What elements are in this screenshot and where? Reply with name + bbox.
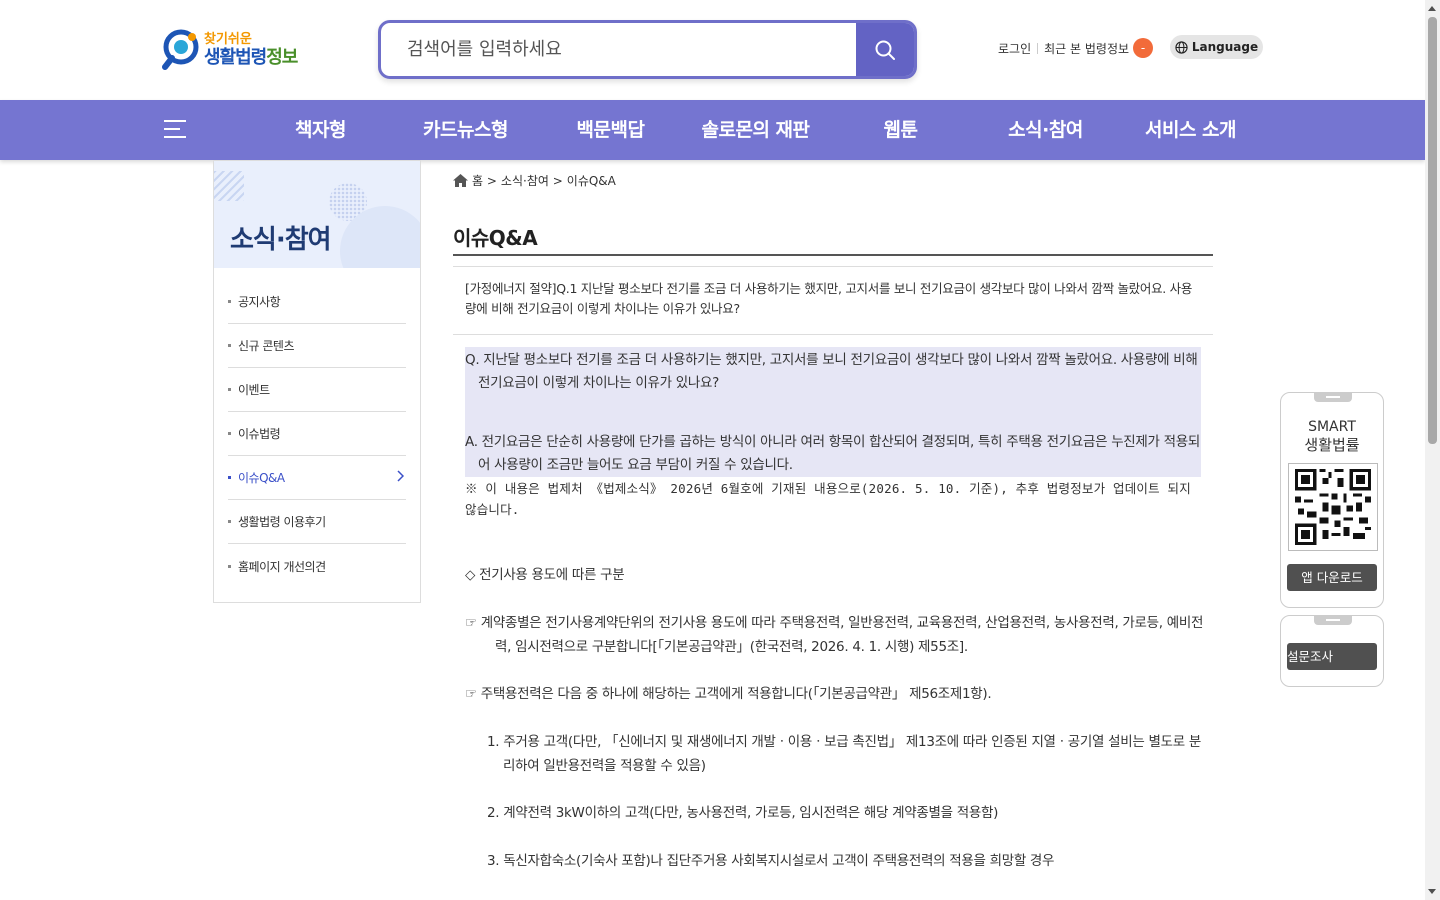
sidebar-item-feedback[interactable]: 홈페이지 개선의견 [228,544,406,588]
search-box [378,20,917,79]
logo-line1: 찾기쉬운 [204,32,252,47]
title-divider [453,254,1213,256]
qa-question: Q. 지난달 평소보다 전기를 조금 더 사용하기는 했지만, 고지서를 보니 … [465,352,1198,391]
sidebar-item-reviews[interactable]: 생활법령 이용후기 [228,500,406,544]
breadcrumb-current: 이슈Q&A [566,174,616,188]
list-item: 2. 계약전력 3kW이하의 고객(다만, 농사용전력, 가로등, 임시전력은 … [487,805,999,821]
main-nav: 책자형 카드뉴스형 백문백답 솔로몬의 재판 웹툰 소식·참여 서비스 소개 [0,100,1425,160]
sidebar-item-label: 이벤트 [238,383,270,397]
sidebar-item-issue-law[interactable]: 이슈법령 [228,412,406,456]
paragraph-contract-types: ☞ 계약종별은 전기사용계약단위의 전기사용 용도에 따라 주택용전력, 일반용… [465,615,1204,655]
search-icon [875,40,895,60]
scroll-down-icon[interactable] [1428,889,1436,894]
qr-code-icon [1288,463,1378,551]
panel-tab [1314,615,1352,625]
list-item: 1. 주거용 고객(다만, 「신에너지 및 재생에너지 개발ㆍ이용ㆍ보급 촉진법… [487,734,1201,774]
language-label: Language [1191,40,1259,54]
nav-item-solomon[interactable]: 솔로몬의 재판 [683,100,828,160]
qa-summary-box: Q. 지난달 평소보다 전기를 조금 더 사용하기는 했지만, 고지서를 보니 … [465,347,1201,477]
survey-button[interactable]: 설문조사 [1287,643,1377,670]
nav-item-booklet[interactable]: 책자형 [248,100,393,160]
sidebar-item-label: 이슈법령 [238,427,281,441]
logo-line2a: 생활법령 [204,47,267,68]
notice-text: ※ 이 내용은 법제처 《법제소식》 2026년 6월호에 기재된 내용으로(2… [465,481,1191,517]
site-logo[interactable]: 찾기쉬운 생활법령정보 [162,26,322,74]
breadcrumb-section[interactable]: 소식·참여 > [501,172,563,189]
nav-item-cardnews[interactable]: 카드뉴스형 [393,100,538,160]
scrollbar-thumb[interactable] [1428,17,1437,444]
recent-laws-link[interactable]: 최근 본 법령정보 [1044,40,1129,57]
home-icon[interactable] [453,174,468,187]
paragraph-residential: ☞ 주택용전력은 다음 중 하나에 해당하는 고객에게 적용합니다(「기본공급약… [465,686,992,702]
decor-stripes [214,171,244,201]
sidebar-item-label: 생활법령 이용후기 [238,515,326,529]
recent-count-badge: - [1133,38,1154,58]
nav-item-qa100[interactable]: 백문백답 [538,100,683,160]
utility-links: 로그인 최근 본 법령정보 - [998,36,1154,60]
sidebar-item-issue-qa[interactable]: 이슈Q&A [228,456,406,500]
page-title: 이슈Q&A [453,226,538,250]
login-link[interactable]: 로그인 [998,40,1031,57]
survey-panel: 설문조사 [1280,615,1384,687]
globe-icon [1175,40,1188,54]
page-scrollbar[interactable] [1425,0,1440,900]
sidebar-item-label: 공지사항 [238,295,281,309]
nav-item-webtoon[interactable]: 웹툰 [828,100,973,160]
breadcrumb: 홈 > 소식·참여 > 이슈Q&A [453,172,620,189]
sidebar-item-label: 홈페이지 개선의견 [238,559,326,574]
sidebar-header: 소식·참여 [214,161,420,268]
site-header: 찾기쉬운 생활법령정보 로그인 최근 본 법령정보 - Language [0,0,1425,100]
panel-tab [1314,392,1352,402]
nav-item-about[interactable]: 서비스 소개 [1118,100,1263,160]
chevron-right-icon [397,470,404,482]
sidebar-item-event[interactable]: 이벤트 [228,368,406,412]
sidebar-title: 소식·참여 [230,225,332,255]
logo-magnifier-icon [162,27,202,73]
sidebar-item-label: 이슈Q&A [238,471,285,485]
sidebar-item-new-content[interactable]: 신규 콘텐츠 [228,324,406,368]
scroll-up-icon[interactable] [1428,6,1436,11]
search-button[interactable] [856,23,914,76]
sidebar-item-notice[interactable]: 공지사항 [228,280,406,324]
sidebar-item-label: 신규 콘텐츠 [238,339,295,353]
qa-answer: A. 전기요금은 단순히 사용량에 단가를 곱하는 방식이 아니라 여러 항목이… [465,434,1201,473]
divider [1037,42,1039,54]
nav-item-news[interactable]: 소식·참여 [973,100,1118,160]
app-download-button[interactable]: 앱 다운로드 [1287,564,1377,591]
hamburger-menu-icon[interactable] [164,120,186,140]
smart-app-panel: SMART 생활법률 앱 다운로드 [1280,392,1384,608]
logo-line2b: 정보 [266,47,298,68]
language-button[interactable]: Language [1170,35,1263,59]
search-input[interactable] [381,23,859,76]
question-heading: [가정에너지 절약]Q.1 지난달 평소보다 전기를 조금 더 사용하기는 했지… [453,266,1213,335]
left-sidebar: 소식·참여 공지사항 신규 콘텐츠 이벤트 이슈법령 이슈Q&A 생활법령 이용… [213,160,421,603]
breadcrumb-home[interactable]: 홈 > [472,172,497,189]
section-heading: ◇ 전기사용 용도에 따른 구분 [465,567,625,583]
smart-app-name: 생활법률 [1304,436,1360,454]
smart-label: SMART [1308,419,1356,435]
list-item: 3. 독신자합숙소(기숙사 포함)나 집단주거용 사회복지시설로서 고객이 주택… [487,853,1055,869]
